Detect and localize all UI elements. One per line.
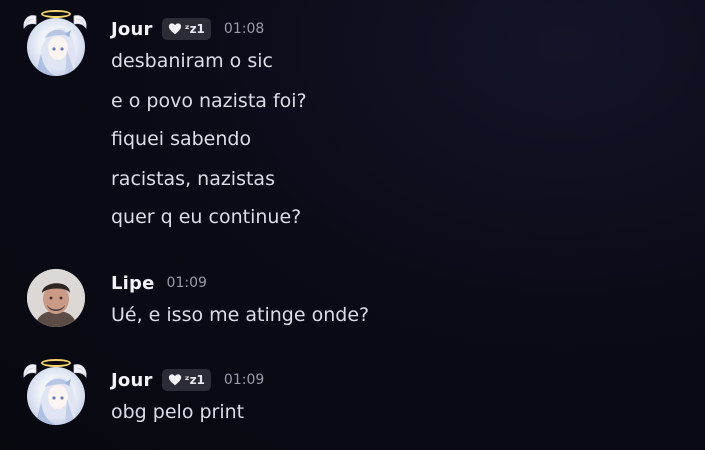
message-line[interactable]: obg pelo print bbox=[111, 400, 244, 424]
avatar[interactable] bbox=[27, 367, 85, 425]
avatar-wrapper bbox=[22, 261, 88, 327]
message-line[interactable]: e o povo nazista foi? bbox=[111, 89, 307, 113]
message-line[interactable]: fiquei sabendo bbox=[111, 127, 251, 151]
message-line[interactable]: quer q eu continue? bbox=[111, 205, 301, 229]
message-line[interactable]: Ué, e isso me atinge onde? bbox=[111, 303, 369, 327]
username[interactable]: Jour bbox=[111, 370, 153, 391]
user-tag-text: ᶻz1 bbox=[184, 22, 205, 36]
avatar-decoration[interactable] bbox=[22, 359, 88, 425]
avatar-image bbox=[35, 377, 77, 425]
timestamp[interactable]: 01:09 bbox=[224, 372, 264, 388]
white-heart-icon bbox=[168, 374, 181, 386]
user-tag[interactable]: ᶻz1 bbox=[161, 18, 211, 40]
timestamp[interactable]: 01:08 bbox=[224, 21, 264, 37]
avatar[interactable] bbox=[27, 269, 85, 327]
message-header: Jour ᶻz1 01:09 bbox=[111, 368, 264, 392]
halo-icon bbox=[41, 359, 71, 367]
message-line[interactable]: racistas, nazistas bbox=[111, 167, 275, 191]
halo-icon bbox=[41, 10, 71, 18]
username[interactable]: Jour bbox=[111, 19, 153, 40]
avatar-decoration[interactable] bbox=[22, 10, 88, 76]
username[interactable]: Lipe bbox=[111, 273, 155, 294]
avatar-image bbox=[27, 269, 85, 327]
chat-message-list: Jour ᶻz1 01:08 desbaniram o sic e o povo… bbox=[0, 0, 705, 450]
avatar-image bbox=[35, 28, 77, 76]
avatar[interactable] bbox=[27, 18, 85, 76]
message-header: Lipe 01:09 bbox=[111, 271, 207, 295]
user-tag[interactable]: ᶻz1 bbox=[161, 369, 211, 391]
white-heart-icon bbox=[168, 23, 181, 35]
message-line[interactable]: desbaniram o sic bbox=[111, 49, 273, 73]
user-tag-text: ᶻz1 bbox=[184, 373, 205, 387]
message-header: Jour ᶻz1 01:08 bbox=[111, 17, 264, 41]
timestamp[interactable]: 01:09 bbox=[167, 275, 207, 291]
